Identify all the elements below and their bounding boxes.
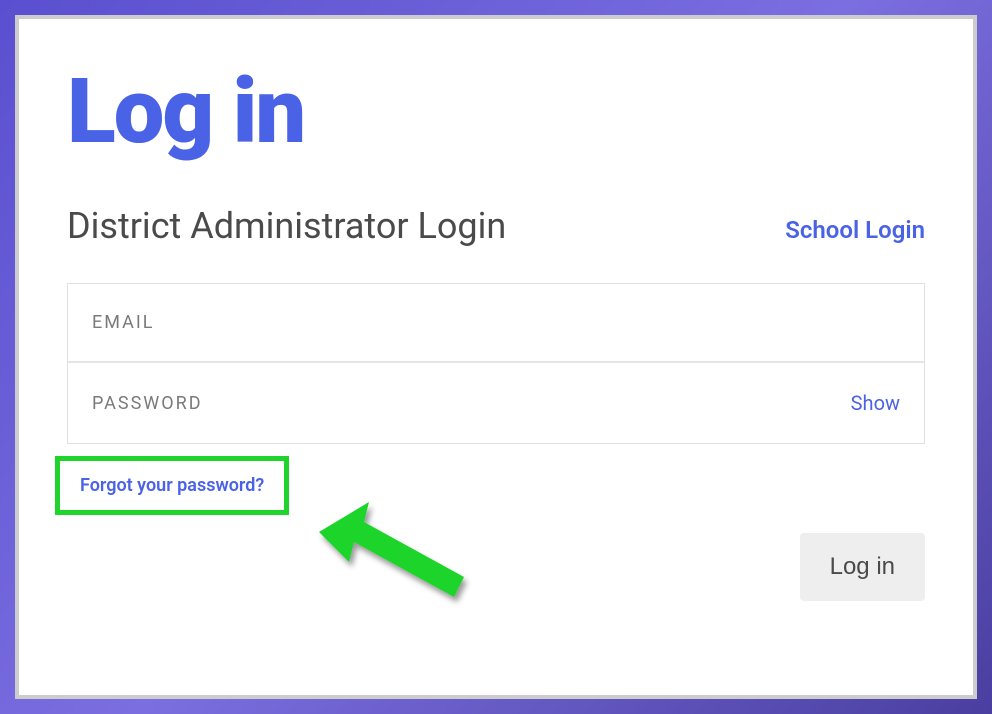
school-login-link[interactable]: School Login [785, 216, 925, 244]
page-title: Log in [67, 67, 925, 157]
password-field[interactable]: PASSWORD Show [68, 363, 924, 443]
forgot-highlight-box: Forgot your password? [55, 456, 289, 515]
subheader-row: District Administrator Login School Logi… [67, 205, 925, 247]
login-form: EMAIL PASSWORD Show [67, 283, 925, 444]
password-label: PASSWORD [92, 393, 203, 414]
submit-row: Log in [67, 533, 925, 601]
show-password-toggle[interactable]: Show [851, 391, 900, 415]
email-field[interactable]: EMAIL [68, 284, 924, 363]
login-button[interactable]: Log in [800, 533, 925, 601]
login-subtitle: District Administrator Login [67, 205, 506, 247]
forgot-password-link[interactable]: Forgot your password? [80, 475, 264, 496]
login-card: Log in District Administrator Login Scho… [15, 15, 977, 699]
email-label: EMAIL [92, 312, 154, 333]
